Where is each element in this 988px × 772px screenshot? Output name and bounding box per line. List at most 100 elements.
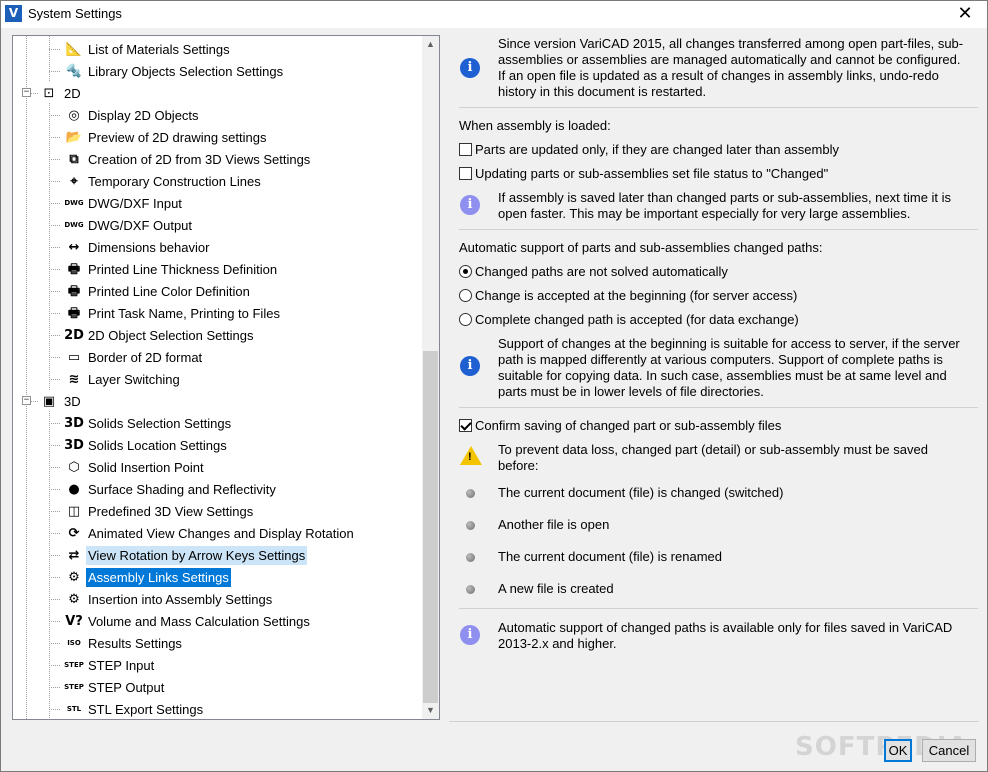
tree-item-printed-line-thickness-definition[interactable]: 🖶 Printed Line Thickness Definition [13, 258, 423, 280]
printer-icon: 🖶 [67, 261, 81, 277]
tree-item-dwg-dxf-output[interactable]: DWG DWG/DXF Output [13, 214, 423, 236]
radio-option[interactable]: Complete changed path is accepted (for d… [459, 310, 799, 328]
tree-item-display-2d-objects[interactable]: ◎ Display 2D Objects [13, 104, 423, 126]
tree-item-solids-selection-settings[interactable]: 3D Solids Selection Settings [13, 412, 423, 434]
confirm-saving-checkbox[interactable]: Confirm saving of changed part or sub-as… [459, 416, 781, 434]
tree-item-label: 3D [64, 394, 81, 409]
tree-item-solids-location-settings[interactable]: 3D Solids Location Settings [13, 434, 423, 456]
tree-item-library-objects-selection-settings[interactable]: 🔩 Library Objects Selection Settings [13, 60, 423, 82]
tree-item-results-settings[interactable]: ISO Results Settings [13, 632, 423, 654]
divider [459, 107, 978, 108]
radio-option[interactable]: Change is accepted at the beginning (for… [459, 286, 797, 304]
scroll-up-arrow-icon[interactable]: ▲ [422, 36, 439, 53]
checkbox-box[interactable] [459, 418, 472, 432]
border-icon: ▭ [67, 349, 81, 365]
tree-item-printed-line-color-definition[interactable]: 🖶 Printed Line Color Definition [13, 280, 423, 302]
assembly-links-icon: ⚙ [68, 569, 80, 585]
scroll-down-arrow-icon[interactable]: ▼ [422, 702, 439, 719]
tree-item-step-output[interactable]: STEP STEP Output [13, 676, 423, 698]
cube-icon: ⬡ [68, 459, 80, 475]
volume-icon: V? [65, 613, 83, 629]
checkbox-label: Updating parts or sub-assemblies set fil… [475, 165, 829, 181]
solids-selection-icon: 3D [64, 415, 84, 431]
radio-button[interactable] [459, 312, 472, 326]
scroll-thumb[interactable] [423, 351, 438, 703]
layers-icon: ≋ [68, 371, 80, 387]
materials-icon: 📐 [65, 41, 83, 57]
tree-item-stl-export-settings[interactable]: STL STL Export Settings [13, 698, 423, 719]
tree-item-solid-insertion-point[interactable]: ⬡ Solid Insertion Point [13, 456, 423, 478]
tree-item-step-input[interactable]: STEP STEP Input [13, 654, 423, 676]
radio-button[interactable] [459, 264, 472, 278]
tree-item-volume-and-mass-calculation-settings[interactable]: V? Volume and Mass Calculation Settings [13, 610, 423, 632]
cancel-button[interactable]: Cancel [922, 739, 976, 762]
tree-item-predefined-3d-view-settings[interactable]: ◫ Predefined 3D View Settings [13, 500, 423, 522]
tree-item-print-task-name-printing-to-files[interactable]: 🖶 Print Task Name, Printing to Files [13, 302, 423, 324]
radio-button[interactable] [459, 288, 472, 302]
tree-item-surface-shading-and-reflectivity[interactable]: ● Surface Shading and Reflectivity [13, 478, 423, 500]
tree-item-assembly-links-settings[interactable]: ⚙ Assembly Links Settings [13, 566, 423, 588]
tree-item-border-of-2d-format[interactable]: ▭ Border of 2D format [13, 346, 423, 368]
2d-icon: ⊡ [43, 85, 55, 101]
tree-item-label: Solids Selection Settings [88, 416, 232, 431]
tree-item-2d-object-selection-settings[interactable]: 2D 2D Object Selection Settings [13, 324, 423, 346]
step-output-icon: STEP [64, 682, 84, 691]
checkbox-label: Parts are updated only, if they are chan… [475, 141, 839, 157]
2d-selection-icon: 2D [64, 327, 84, 343]
system-settings-window: V System Settings ✕ 📐 List of Materials … [0, 0, 988, 772]
assembly-insert-icon: ⚙ [68, 591, 80, 607]
tree-item-label: Layer Switching [88, 372, 180, 387]
tree-item-label: STL Export Settings [88, 702, 204, 717]
tree-item-2d[interactable]: ⊡ 2D [13, 82, 423, 104]
tree-item-layer-switching[interactable]: ≋ Layer Switching [13, 368, 423, 390]
checkbox-label: Confirm saving of changed part or sub-as… [475, 417, 782, 433]
tree-item-dwg-dxf-input[interactable]: DWG DWG/DXF Input [13, 192, 423, 214]
solids-location-icon: 3D [64, 437, 84, 453]
iso-icon: ISO [67, 638, 81, 647]
tree-scrollbar[interactable]: ▲ ▼ [422, 36, 439, 719]
divider [459, 608, 978, 609]
bullet-icon [466, 553, 475, 562]
tree-item-label: Preview of 2D drawing settings [88, 130, 267, 145]
info-icon: i [460, 58, 480, 78]
warning-icon: ! [460, 446, 482, 465]
ok-button[interactable]: OK [884, 739, 912, 762]
parts-updated-checkbox[interactable]: Parts are updated only, if they are chan… [459, 140, 839, 158]
tree-item-3d[interactable]: ▣ 3D [13, 390, 423, 412]
divider [449, 721, 979, 722]
tree-item-temporary-construction-lines[interactable]: ⌖ Temporary Construction Lines [13, 170, 423, 192]
checkbox-box[interactable] [459, 142, 472, 156]
tree-item-preview-of-2d-drawing-settings[interactable]: 📂 Preview of 2D drawing settings [13, 126, 423, 148]
dwg-input-icon: DWG [64, 198, 84, 207]
settings-tree[interactable]: 📐 List of Materials Settings 🔩 Library O… [12, 35, 440, 720]
tree-item-label: Surface Shading and Reflectivity [88, 482, 276, 497]
tree-item-label: Predefined 3D View Settings [88, 504, 254, 519]
tree-item-view-rotation-by-arrow-keys-settings[interactable]: ⇄ View Rotation by Arrow Keys Settings [13, 544, 423, 566]
tree-item-label: Solids Location Settings [88, 438, 227, 453]
tree-item-label: Border of 2D format [88, 350, 203, 365]
tree-item-label: Dimensions behavior [88, 240, 210, 255]
tree-item-list-of-materials-settings[interactable]: 📐 List of Materials Settings [13, 38, 423, 60]
updating-status-checkbox[interactable]: Updating parts or sub-assemblies set fil… [459, 164, 828, 182]
info-icon: i [460, 195, 480, 215]
tree-item-animated-view-changes-and-display-rotation[interactable]: ⟳ Animated View Changes and Display Rota… [13, 522, 423, 544]
arrow-keys-icon: ⇄ [68, 547, 80, 563]
paths-heading: Automatic support of parts and sub-assem… [459, 240, 823, 255]
tree-item-creation-of-2d-from-3d-views-settings[interactable]: ⧉ Creation of 2D from 3D Views Settings [13, 148, 423, 170]
library-icon: 🔩 [65, 63, 83, 79]
radio-label: Change is accepted at the beginning (for… [475, 287, 798, 303]
window-title: System Settings [28, 6, 122, 21]
close-button[interactable]: ✕ [943, 1, 987, 28]
bullet-text: The current document (file) is changed (… [498, 485, 784, 500]
radio-option[interactable]: Changed paths are not solved automatical… [459, 262, 728, 280]
tree-item-dimensions-behavior[interactable]: ↔ Dimensions behavior [13, 236, 423, 258]
intro-text: Since version VariCAD 2015, all changes … [498, 36, 964, 99]
tree-item-insertion-into-assembly-settings[interactable]: ⚙ Insertion into Assembly Settings [13, 588, 423, 610]
step-input-icon: STEP [64, 660, 84, 669]
title-bar: V System Settings ✕ [1, 1, 987, 28]
checkbox-box[interactable] [459, 166, 472, 180]
tree-item-label: 2D Object Selection Settings [88, 328, 254, 343]
radio-label: Complete changed path is accepted (for d… [475, 311, 799, 327]
radio-label: Changed paths are not solved automatical… [475, 263, 728, 279]
printer-icon: 🖶 [67, 283, 81, 299]
